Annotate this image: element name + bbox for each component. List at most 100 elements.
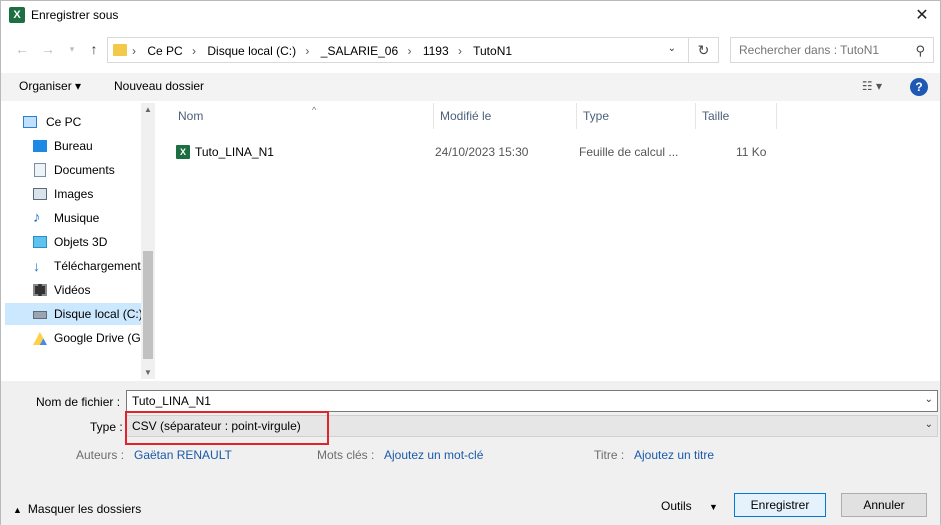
sidebar-item-label: Documents xyxy=(54,163,115,177)
authors-label: Auteurs : xyxy=(76,448,125,462)
scroll-up-icon[interactable]: ▲ xyxy=(144,105,152,114)
sidebar-item-label: Objets 3D xyxy=(54,235,108,249)
breadcrumb-separator: › xyxy=(305,44,310,58)
breadcrumb-item-ce-pc[interactable]: Ce PC xyxy=(147,44,182,58)
file-modified: 24/10/2023 15:30 xyxy=(435,145,529,159)
breadcrumb-item-salarie[interactable]: _SALARIE_06 xyxy=(321,44,398,58)
file-row[interactable]: X Tuto_LINA_N1 24/10/2023 15:30 Feuille … xyxy=(158,141,940,163)
sidebar-item-documents[interactable]: Documents xyxy=(5,159,141,181)
type-dropdown-chevron-icon[interactable]: ⌄ xyxy=(925,419,933,430)
documents-icon xyxy=(34,163,46,177)
excel-file-icon: X xyxy=(176,145,190,159)
authors-value[interactable]: Gaëtan RENAULT xyxy=(134,448,232,462)
filename-dropdown-chevron-icon[interactable]: ⌄ xyxy=(925,394,933,405)
file-name: Tuto_LINA_N1 xyxy=(195,145,274,159)
address-history-chevron-icon[interactable]: ⌄ xyxy=(668,43,676,54)
breadcrumb-item-disque-local[interactable]: Disque local (C:) xyxy=(207,44,296,58)
sidebar-item-google-drive[interactable]: Google Drive (G: xyxy=(5,327,145,349)
file-list: Nom ^ Modifié le Type Taille X Tuto_LINA… xyxy=(158,103,940,379)
highlight-box xyxy=(125,411,329,445)
breadcrumb-item-1193[interactable]: 1193 xyxy=(423,44,449,58)
tools-button[interactable]: Outils ▼ xyxy=(661,499,718,513)
navigation-pane: Ce PC Bureau Documents Images ♪ Musique … xyxy=(5,103,157,379)
breadcrumb-separator: › xyxy=(407,44,412,58)
folder-icon xyxy=(113,44,127,56)
sidebar-item-label: Images xyxy=(54,187,94,201)
breadcrumb-separator: › xyxy=(192,44,197,58)
hide-folders-label: Masquer les dossiers xyxy=(27,502,142,516)
desktop-icon xyxy=(33,140,47,152)
back-arrow-icon[interactable]: ← xyxy=(13,40,31,58)
downloads-icon: ↓ xyxy=(33,258,40,274)
save-as-dialog: X Enregistrer sous ✕ ← → ▾ ↑ › Ce PC › D… xyxy=(0,0,941,525)
file-type: Feuille de calcul ... xyxy=(579,145,679,159)
organize-button[interactable]: Organiser ▾ xyxy=(19,79,81,93)
column-header-label: Nom xyxy=(178,109,204,123)
recent-locations-chevron-icon[interactable]: ▾ xyxy=(63,40,81,58)
column-header-size[interactable]: Taille xyxy=(696,103,777,129)
sidebar-item-objets-3d[interactable]: Objets 3D xyxy=(5,231,141,253)
breadcrumb-separator: › xyxy=(458,44,462,58)
breadcrumb-separator: › xyxy=(132,44,136,58)
sidebar-item-label: Vidéos xyxy=(54,283,91,297)
drive-icon xyxy=(33,311,47,319)
search-box[interactable]: ⚲ xyxy=(730,37,934,63)
forward-arrow-icon[interactable]: → xyxy=(39,40,57,58)
save-button[interactable]: Enregistrer xyxy=(734,493,826,517)
breadcrumb: › Ce PC › Disque local (C:) › _SALARIE_0… xyxy=(132,44,518,58)
help-icon[interactable]: ? xyxy=(910,78,928,96)
sidebar-item-label: Bureau xyxy=(54,139,93,153)
chevron-down-icon: ▼ xyxy=(709,502,718,512)
filename-value[interactable]: Tuto_LINA_N1 xyxy=(132,394,211,408)
sidebar-item-label: Téléchargements xyxy=(54,259,147,273)
command-bar: Organiser ▾ Nouveau dossier ☷ ▾ ? xyxy=(1,73,940,101)
type-label: Type : xyxy=(90,420,123,434)
sidebar-item-label: Google Drive (G: xyxy=(54,331,145,345)
chevron-up-icon: ▲ xyxy=(13,505,22,515)
column-header-modified[interactable]: Modifié le xyxy=(434,103,577,129)
3d-objects-icon xyxy=(33,236,47,248)
navigation-bar: ← → ▾ ↑ › Ce PC › Disque local (C:) › _S… xyxy=(1,34,940,66)
filename-field[interactable]: Tuto_LINA_N1 ⌄ xyxy=(126,390,938,412)
title-bar: X Enregistrer sous ✕ xyxy=(1,1,940,31)
sidebar-item-telechargements[interactable]: ↓ Téléchargements xyxy=(5,255,147,277)
refresh-icon[interactable]: ↻ xyxy=(688,37,718,63)
scroll-down-icon[interactable]: ▼ xyxy=(144,368,152,377)
up-arrow-icon[interactable]: ↑ xyxy=(85,40,103,58)
tags-label: Mots clés : xyxy=(317,448,375,462)
sidebar-item-images[interactable]: Images xyxy=(5,183,141,205)
save-options-panel: Nom de fichier : Tuto_LINA_N1 ⌄ Type : C… xyxy=(1,381,940,525)
google-drive-icon xyxy=(33,332,47,345)
view-options-icon[interactable]: ☷ ▾ xyxy=(862,79,882,93)
new-folder-button[interactable]: Nouveau dossier xyxy=(114,79,204,93)
sort-ascending-icon: ^ xyxy=(312,105,317,115)
column-header-name[interactable]: Nom ^ xyxy=(172,103,434,129)
add-tag-link[interactable]: Ajoutez un mot-clé xyxy=(384,448,483,462)
title-label: Titre : xyxy=(594,448,625,462)
search-icon[interactable]: ⚲ xyxy=(915,43,925,59)
search-input[interactable] xyxy=(739,42,909,58)
scrollbar-thumb[interactable] xyxy=(143,251,153,359)
excel-app-icon: X xyxy=(9,7,25,23)
sidebar-item-ce-pc[interactable]: Ce PC xyxy=(5,111,141,133)
tools-label: Outils xyxy=(661,499,692,513)
sidebar-item-label: Disque local (C:) xyxy=(54,307,143,321)
sidebar-item-label: Musique xyxy=(54,211,100,225)
sidebar-item-disque-local[interactable]: Disque local (C:) xyxy=(5,303,143,325)
file-size: 11 Ko xyxy=(736,145,767,159)
images-icon xyxy=(33,188,47,200)
navigation-pane-scrollbar[interactable]: ▲ ▼ xyxy=(141,103,155,379)
sidebar-item-label: Ce PC xyxy=(46,115,82,129)
column-header-type[interactable]: Type xyxy=(577,103,696,129)
breadcrumb-item-tuton1[interactable]: TutoN1 xyxy=(473,44,512,58)
close-button[interactable]: ✕ xyxy=(904,1,940,31)
address-bar[interactable]: › Ce PC › Disque local (C:) › _SALARIE_0… xyxy=(107,37,719,63)
sidebar-item-videos[interactable]: Vidéos xyxy=(5,279,141,301)
music-icon: ♪ xyxy=(33,209,41,226)
filename-label: Nom de fichier : xyxy=(36,395,121,409)
sidebar-item-bureau[interactable]: Bureau xyxy=(5,135,141,157)
add-title-link[interactable]: Ajoutez un titre xyxy=(634,448,714,462)
hide-folders-button[interactable]: ▲ Masquer les dossiers xyxy=(13,502,141,516)
cancel-button[interactable]: Annuler xyxy=(841,493,927,517)
sidebar-item-musique[interactable]: ♪ Musique xyxy=(5,207,141,229)
